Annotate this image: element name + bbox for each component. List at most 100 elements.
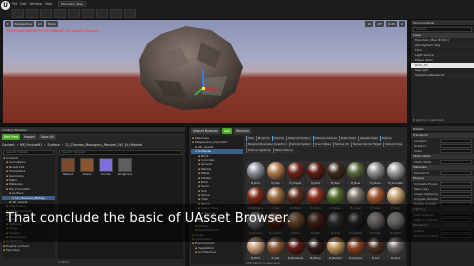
property-label: Simulate Physics <box>414 181 438 186</box>
uasset-browser-tab[interactable]: UAsset Browser <box>191 128 220 134</box>
breadcrumb-item[interactable]: MS_PurdueM1 <box>20 143 42 147</box>
folder-label: Brick <box>201 153 209 158</box>
material-tile[interactable]: M_Copper <box>286 161 305 185</box>
details-panel: Details Transform Location Rotation Scale St… <box>410 126 474 266</box>
uasset-folder-item[interactable]: ▪ Architecture <box>191 250 243 254</box>
material-tile[interactable]: M_Stone <box>366 161 385 185</box>
outliner-search-input[interactable]: Search... <box>413 27 472 32</box>
details-property-row: Mass (kg) <box>411 186 474 191</box>
filter-chip[interactable]: Texture Cube <box>383 142 404 147</box>
lighting-warning: LIGHTING NEEDS TO BE REBUILT (3 unbuilt … <box>7 29 99 33</box>
material-label: M_Rust <box>311 182 320 185</box>
breadcrumb-item[interactable]: Surface <box>48 143 60 147</box>
remove-folder-button[interactable]: Remove <box>234 128 252 134</box>
filter-chip[interactable]: Blueprint <box>255 136 271 141</box>
material-tile[interactable]: M_Clay <box>266 161 285 185</box>
settings-button[interactable] <box>82 9 94 18</box>
transform-gizmo-icon[interactable] <box>193 68 219 98</box>
level-tab[interactable]: Mountain_Map <box>58 1 86 7</box>
filter-chip[interactable]: Material Function <box>286 136 312 141</box>
property-field[interactable] <box>440 170 472 175</box>
property-field[interactable] <box>440 148 472 153</box>
play-button[interactable] <box>124 9 136 18</box>
folder-label: Megascans_Imported <box>195 140 227 145</box>
perspective-button[interactable]: Perspective <box>12 21 34 27</box>
menu-item-edit[interactable]: Edit <box>20 1 26 7</box>
material-sphere-icon <box>246 187 265 205</box>
filter-chip[interactable]: Particle System <box>288 142 312 147</box>
filter-chip[interactable]: Sound Wave <box>312 142 332 147</box>
modes-button[interactable] <box>40 9 52 18</box>
material-tile[interactable]: M_Moss <box>346 161 365 185</box>
material-tile[interactable]: M_Rust <box>306 161 325 185</box>
property-field[interactable] <box>440 181 472 186</box>
filter-chip[interactable]: Texture 2D <box>332 142 350 147</box>
rock-mesh[interactable] <box>131 22 251 112</box>
property-field[interactable] <box>440 159 472 164</box>
world-outliner-tab[interactable]: World Outliner <box>411 20 474 26</box>
property-label: Linear Damping <box>414 191 438 196</box>
filter-chip[interactable]: Files <box>246 136 255 141</box>
property-field[interactable] <box>440 196 472 201</box>
material-tile[interactable]: M_Bark <box>326 161 345 185</box>
menu-item-help[interactable]: Help <box>45 1 52 7</box>
show-button[interactable]: Show <box>45 21 58 27</box>
details-tab[interactable]: Details <box>411 126 474 132</box>
save-all-button[interactable]: Save All <box>38 134 56 140</box>
add-new-button[interactable]: Add New <box>2 134 21 140</box>
filter-chip[interactable]: Material Instance <box>312 136 338 141</box>
marketplace-button[interactable] <box>68 9 80 18</box>
content-button[interactable] <box>54 9 66 18</box>
folder-label: Sand <box>201 184 209 189</box>
folder-label: Surfaces <box>198 149 211 154</box>
build-button[interactable] <box>110 9 122 18</box>
filter-chip[interactable]: Static Mesh <box>338 136 357 141</box>
filter-chip[interactable]: Material Parameter Collection <box>246 142 288 147</box>
material-label: M_Bamboo <box>328 257 343 260</box>
details-property-row: Angular Damping <box>411 196 474 201</box>
camera-speed-value[interactable]: 4 <box>399 21 405 27</box>
lit-button[interactable]: Lit <box>35 21 44 27</box>
asset-thumbnail[interactable] <box>61 158 75 172</box>
asset-thumbnail[interactable] <box>99 158 113 172</box>
filter-chip[interactable]: Texture <box>379 136 393 141</box>
asset-thumbnail[interactable] <box>118 158 132 172</box>
asset-label: Normal <box>101 173 111 176</box>
blueprints-button[interactable] <box>96 9 108 18</box>
asset-label: Material <box>62 173 74 176</box>
level-viewport[interactable]: ▾ Perspective Lit Show 10 10° 0.25 4 LIG… <box>3 20 407 123</box>
filter-chip[interactable]: Texture Render Target <box>350 142 383 147</box>
property-field[interactable] <box>440 138 472 143</box>
folder-label: Characters <box>9 169 26 174</box>
viewport-menu-button[interactable]: ▾ <box>5 21 11 27</box>
rotation-snap-value[interactable]: 10° <box>375 21 385 27</box>
menu-item-window[interactable]: Window <box>30 1 43 7</box>
scale-snap-value[interactable]: 0.25 <box>386 21 398 27</box>
import-button[interactable]: Import <box>22 134 37 140</box>
material-tile[interactable]: M_Brick <box>246 161 265 185</box>
uasset-status: 256 items (1 selected) <box>246 261 280 265</box>
folder-search-input[interactable]: Search Folders <box>3 150 54 155</box>
add-folder-button[interactable]: Add <box>221 128 233 134</box>
property-field[interactable] <box>440 191 472 196</box>
filter-chip[interactable]: Skeletal Mesh <box>357 136 379 141</box>
folder-label: 3D_Assets <box>198 144 214 149</box>
source-control-button[interactable] <box>26 9 38 18</box>
folder-label: Surface <box>12 191 24 196</box>
property-field[interactable] <box>440 143 472 148</box>
filter-chip[interactable]: Material <box>271 136 286 141</box>
menu-item-file[interactable]: File <box>12 1 17 7</box>
asset-search-input[interactable]: Search Parquet <box>59 150 182 155</box>
grid-snap-value[interactable]: 10 <box>365 21 374 27</box>
asset-thumbnail[interactable] <box>80 158 94 172</box>
outliner-row[interactable]: SkySphereBlueprint <box>411 73 474 78</box>
filter-chip[interactable]: Texture Lightmap <box>246 148 272 153</box>
details-property-row: Location <box>411 138 474 143</box>
filter-chip[interactable]: Media Texture <box>272 148 294 153</box>
property-field[interactable] <box>440 186 472 191</box>
save-toolbar-button[interactable] <box>12 9 24 18</box>
breadcrumb-item[interactable]: Content <box>2 143 15 147</box>
breadcrumb-item[interactable]: 12_Chevron_Mahogany_Parquet_2x2_M_tfhbdn… <box>65 143 142 147</box>
material-tile[interactable]: M_Concrete <box>386 161 405 185</box>
folder-tree-item[interactable]: ▪ Favorites <box>2 248 55 252</box>
